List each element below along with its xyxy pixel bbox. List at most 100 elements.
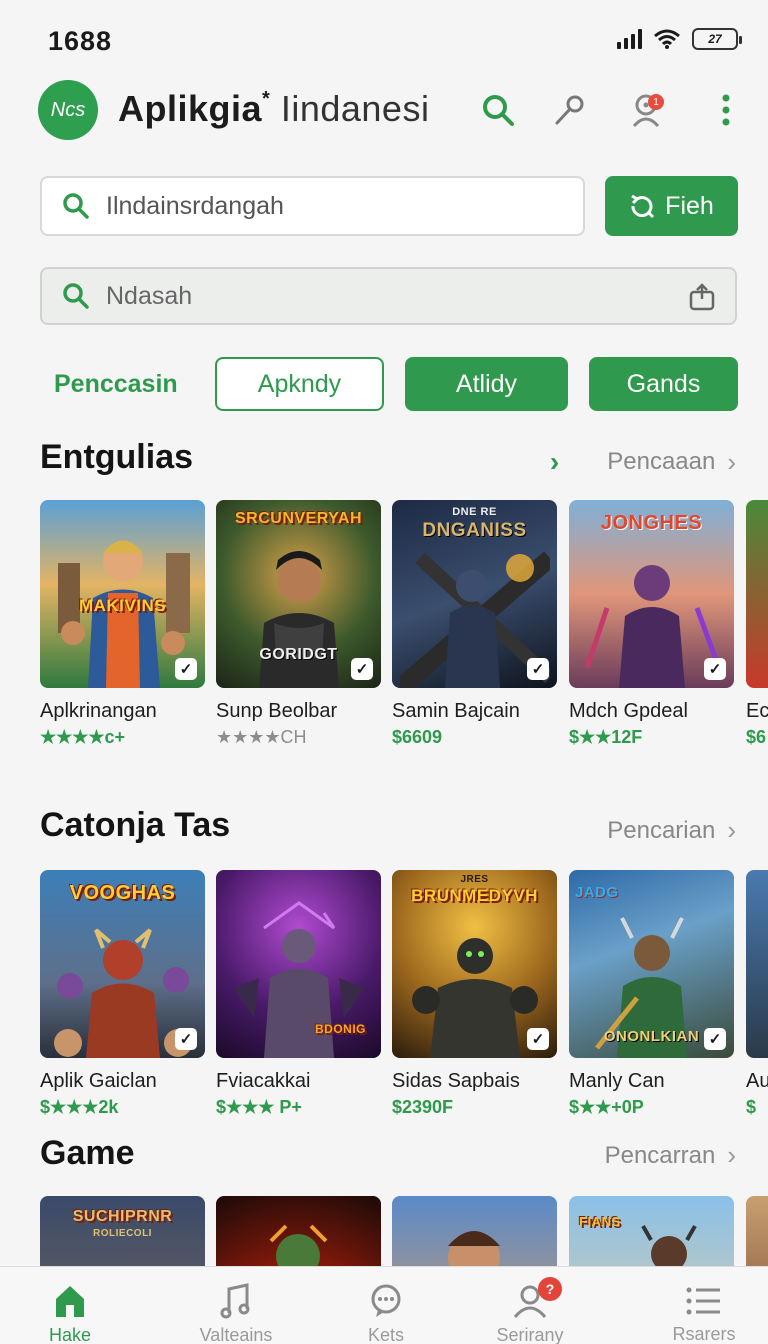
app-card[interactable]: VOOGHAS ✓ Aplik Gaiclan $★★★2k xyxy=(40,870,205,1118)
app-card[interactable]: FIANS xyxy=(569,1196,734,1266)
search-icon[interactable] xyxy=(478,90,518,130)
verified-icon: ✓ xyxy=(351,658,373,680)
section-more-1[interactable]: › Pencaaan › xyxy=(550,446,736,478)
app-card[interactable] xyxy=(392,1196,557,1266)
app-card[interactable]: Ec $6 xyxy=(746,500,768,748)
filter-active-label[interactable]: Penccasin xyxy=(54,357,194,411)
art-title: JONGHES xyxy=(600,512,703,534)
list-menu-icon xyxy=(686,1287,720,1314)
chevron-right-icon[interactable]: › xyxy=(550,446,559,478)
chevron-right-icon: › xyxy=(727,815,736,845)
app-price: $★★+0P xyxy=(569,1097,644,1117)
bottom-tab-bar: Hake Valteains Kets ? Serirany Rsarers xyxy=(0,1266,768,1344)
verified-icon: ✓ xyxy=(527,658,549,680)
app-price: $6609 xyxy=(392,727,443,747)
app-thumbnail: BDONIG xyxy=(216,870,381,1058)
section-title-3: Game xyxy=(40,1134,135,1172)
notification-icon[interactable]: 1 xyxy=(626,90,666,130)
share-icon[interactable] xyxy=(689,283,715,311)
tab-label: Hake xyxy=(48,1325,92,1344)
section-more-label-1: Pencaaan xyxy=(607,448,716,475)
secondary-search-placeholder: Ndasah xyxy=(106,281,193,310)
tab-serirany[interactable]: ? Serirany xyxy=(460,1267,600,1344)
app-name: Sunp Beolbar xyxy=(216,700,338,722)
app-thumbnail xyxy=(746,1196,768,1266)
hero-figure-image xyxy=(641,1225,697,1266)
search-row: Ilndainsrdangah Fieh xyxy=(40,176,738,236)
filter-chips: Penccasin Apkndy Atlidy Gands xyxy=(40,357,738,411)
app-card[interactable]: JADG ONONLKIAN ✓ Manly Can $★★+0P xyxy=(569,870,734,1118)
app-card[interactable] xyxy=(746,1196,768,1266)
tab-label: Kets xyxy=(367,1325,405,1344)
verified-icon: ✓ xyxy=(175,1028,197,1050)
app-price: $2390F xyxy=(392,1097,454,1117)
app-price: $★★★2k xyxy=(40,1097,119,1117)
tab-rsarers[interactable]: Rsarers xyxy=(634,1267,768,1344)
filter-chip-filled-1[interactable]: Atlidy xyxy=(405,357,568,411)
secondary-search-input[interactable]: Ndasah xyxy=(40,267,737,325)
art-top-text: JRES xyxy=(460,874,489,885)
app-thumbnail xyxy=(746,870,768,1058)
tab-label: Valteains xyxy=(199,1325,273,1344)
art-title: DNGANISS xyxy=(422,520,527,541)
app-card[interactable]: JONGHES ✓ Mdch Gpdeal $★★12F xyxy=(569,500,734,748)
art-title: BRUNMEDYVH xyxy=(411,886,538,905)
app-name: Ec xyxy=(746,700,768,722)
app-card[interactable]: JRES BRUNMEDYVH ✓ Sidas Sapbais $2390F xyxy=(392,870,557,1118)
app-name: Aplkrinangan xyxy=(40,700,157,722)
battery-icon: 27 xyxy=(692,28,742,50)
wifi-icon xyxy=(654,29,680,49)
hero-figure-image xyxy=(269,1224,328,1266)
app-name: Samin Bajcain xyxy=(392,700,520,722)
art-top-text: DNE RE xyxy=(452,506,497,518)
section-more-3[interactable]: Pencarran › xyxy=(605,1140,736,1171)
art-title: SRCUNVERYAH xyxy=(234,510,362,527)
art-top-text: JADG xyxy=(575,884,619,901)
app-card[interactable]: BDONIG Fviacakkai $★★★ P+ xyxy=(216,870,381,1118)
signal-icon xyxy=(617,29,642,49)
search-icon xyxy=(63,283,89,309)
app-card[interactable] xyxy=(216,1196,381,1266)
art-title: MAKIVINS xyxy=(78,596,167,615)
filter-chip-filled-2[interactable]: Gands xyxy=(589,357,738,411)
status-icons: 27 xyxy=(617,28,742,50)
app-name: Au xyxy=(746,1070,768,1092)
app-name: Aplik Gaiclan xyxy=(40,1070,157,1092)
status-time: 1688 xyxy=(48,26,113,56)
app-thumbnail: JRES BRUNMEDYVH ✓ xyxy=(392,870,557,1058)
title-sub: Iindanesi xyxy=(280,88,430,129)
tab-badge: ? xyxy=(538,1277,562,1301)
app-row-2: VOOGHAS ✓ Aplik Gaiclan $★★★2k BDONIG Fv… xyxy=(40,870,768,1130)
tab-home[interactable]: Hake xyxy=(0,1267,140,1344)
app-thumbnail xyxy=(216,1196,381,1266)
app-thumbnail: JONGHES ✓ xyxy=(569,500,734,688)
art-subtitle: ROLIECOLI xyxy=(93,1228,152,1239)
app-thumbnail: FIANS xyxy=(569,1196,734,1266)
filter-chip-outline[interactable]: Apkndy xyxy=(215,357,384,411)
hero-figure-image xyxy=(448,1231,500,1266)
tab-kets[interactable]: Kets xyxy=(316,1267,456,1344)
refresh-search-icon xyxy=(631,194,655,219)
art-title: VOOGHAS xyxy=(69,882,176,904)
section-more-label-2: Pencarian xyxy=(607,816,716,844)
tab-label: Serirany xyxy=(496,1325,564,1344)
more-options-icon[interactable] xyxy=(706,90,746,130)
app-price: $ xyxy=(746,1097,757,1117)
section-more-2[interactable]: Pencarian › xyxy=(607,815,736,846)
key-icon[interactable] xyxy=(550,90,590,130)
app-price: ★★★★CH xyxy=(216,727,307,747)
app-card[interactable]: SRCUNVERYAH GORIDGT ✓ Sunp Beolbar ★★★★C… xyxy=(216,500,381,748)
tab-valteains[interactable]: Valteains xyxy=(166,1267,306,1344)
app-card[interactable]: MAKIVINS ✓ Aplkrinangan ★★★★c+ xyxy=(40,500,205,748)
home-icon xyxy=(56,1286,84,1317)
avatar[interactable]: Ncs xyxy=(38,80,98,140)
find-button-label: Fieh xyxy=(665,191,714,220)
find-button[interactable]: Fieh xyxy=(605,176,738,236)
app-card[interactable]: SUCHIPRNR ROLIECOLI xyxy=(40,1196,205,1266)
app-card[interactable]: DNE RE DNGANISS ✓ Samin Bajcain $6609 xyxy=(392,500,557,748)
search-icon xyxy=(63,193,89,219)
status-bar: 1688 27 xyxy=(0,0,768,80)
app-card[interactable]: Au $ xyxy=(746,870,768,1118)
search-input[interactable]: Ilndainsrdangah xyxy=(40,176,585,236)
verified-icon: ✓ xyxy=(175,658,197,680)
